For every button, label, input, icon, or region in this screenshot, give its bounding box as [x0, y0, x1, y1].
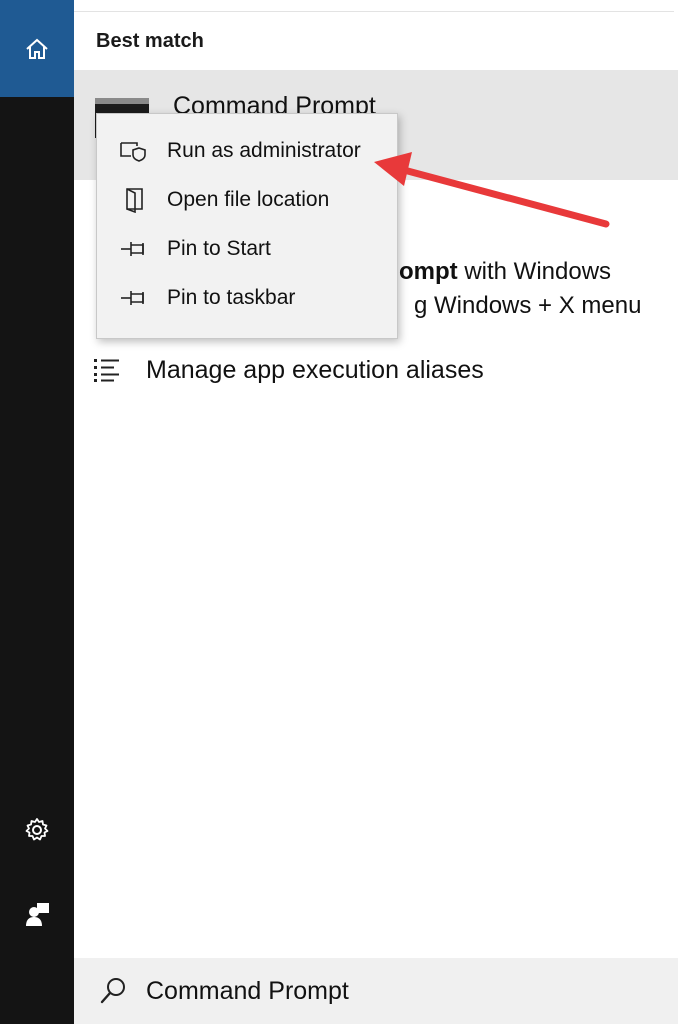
folder-open-icon	[115, 187, 155, 213]
settings-button[interactable]	[0, 800, 74, 860]
account-button[interactable]	[0, 884, 74, 944]
tip-line-1-bold: ompt	[399, 258, 458, 285]
annotation-arrow	[374, 152, 610, 228]
manage-aliases-item[interactable]: Manage app execution aliases	[92, 352, 484, 388]
menu-item-pin-to-taskbar[interactable]: Pin to taskbar	[97, 275, 397, 321]
pin-icon	[115, 288, 155, 308]
search-icon	[98, 976, 138, 1006]
left-rail	[0, 0, 74, 1024]
tip-line-2: g Windows + X menu	[414, 292, 642, 319]
user-icon	[26, 903, 49, 926]
search-box[interactable]: Command Prompt	[74, 958, 678, 1024]
manage-aliases-label: Manage app execution aliases	[146, 355, 484, 384]
menu-item-label: Pin to Start	[167, 237, 271, 260]
list-settings-icon	[92, 356, 126, 384]
menu-item-label: Pin to taskbar	[167, 286, 296, 309]
context-menu: Run as administrator Open file location	[96, 113, 398, 339]
home-button[interactable]	[0, 0, 74, 97]
tip-line-1-rest: with Windows	[457, 258, 612, 285]
home-icon	[26, 38, 48, 59]
pin-icon	[115, 239, 155, 259]
menu-item-pin-to-start[interactable]: Pin to Start	[97, 226, 397, 272]
section-header-best-match: Best match	[96, 30, 204, 52]
shield-icon	[115, 139, 155, 163]
menu-item-label: Run as administrator	[167, 139, 361, 162]
start-search-window: Best match Command Prompt ompt with Wind…	[0, 0, 687, 1024]
menu-item-label: Open file location	[167, 188, 330, 211]
gear-icon	[25, 818, 49, 841]
search-input[interactable]: Command Prompt	[146, 977, 349, 1006]
tip-line-1: ompt with Windows	[399, 258, 611, 286]
menu-item-open-file-location[interactable]: Open file location	[97, 177, 397, 223]
top-divider	[74, 11, 674, 12]
menu-item-run-as-administrator[interactable]: Run as administrator	[97, 128, 397, 174]
